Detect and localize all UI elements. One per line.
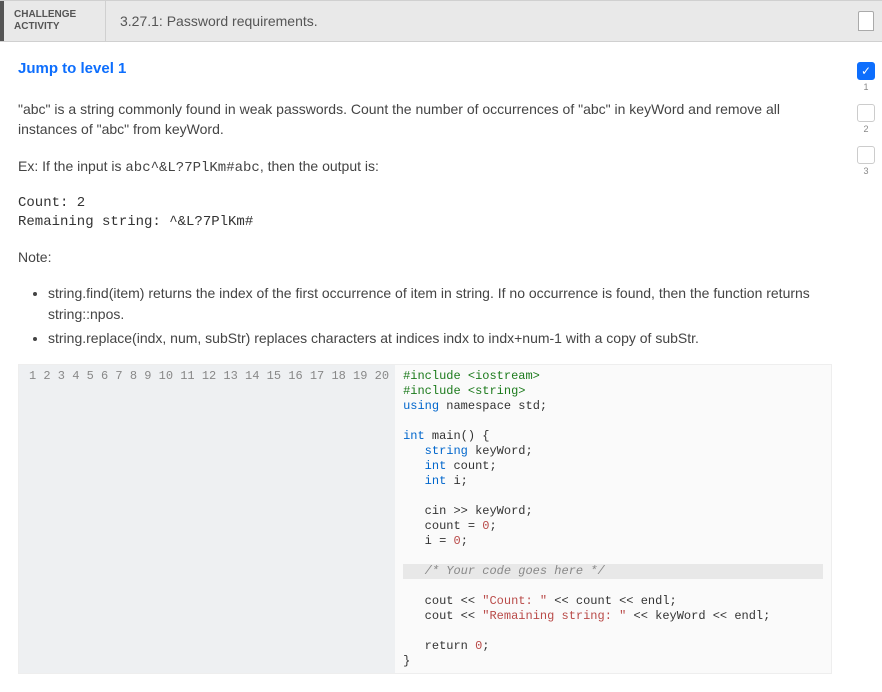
progress-sidebar: ✓ 1 2 3 <box>850 42 882 692</box>
activity-title: 3.27.1: Password requirements. <box>105 1 858 41</box>
label-line2: ACTIVITY <box>14 21 95 33</box>
example-suffix: , then the output is: <box>260 158 379 174</box>
activity-type-label: CHALLENGE ACTIVITY <box>0 1 105 41</box>
bookmark-wrap <box>858 1 882 41</box>
note-item: string.replace(indx, num, subStr) replac… <box>48 328 832 348</box>
jump-link[interactable]: Jump to level 1 <box>18 60 832 77</box>
step-3: 3 <box>857 146 875 176</box>
notes-list: string.find(item) returns the index of t… <box>48 283 832 348</box>
label-line1: CHALLENGE <box>14 9 95 21</box>
line-gutter: 1 2 3 4 5 6 7 8 9 10 11 12 13 14 15 16 1… <box>19 365 395 673</box>
intro-text: "abc" is a string commonly found in weak… <box>18 99 832 140</box>
step-1: ✓ 1 <box>857 62 875 92</box>
step-num-1: 1 <box>863 82 868 92</box>
step-box-1[interactable]: ✓ <box>857 62 875 80</box>
note-label: Note: <box>18 247 832 267</box>
example-line: Ex: If the input is abc^&L?7PlKm#abc, th… <box>18 156 832 178</box>
code-area[interactable]: #include <iostream> #include <string> us… <box>395 365 831 673</box>
bookmark-icon[interactable] <box>858 11 874 31</box>
example-prefix: Ex: If the input is <box>18 158 125 174</box>
activity-header: CHALLENGE ACTIVITY 3.27.1: Password requ… <box>0 0 882 42</box>
step-box-2[interactable] <box>857 104 875 122</box>
step-box-3[interactable] <box>857 146 875 164</box>
example-input: abc^&L?7PlKm#abc <box>125 160 259 176</box>
check-icon: ✓ <box>861 64 871 78</box>
step-2: 2 <box>857 104 875 134</box>
step-num-2: 2 <box>863 124 868 134</box>
step-num-3: 3 <box>863 166 868 176</box>
note-item: string.find(item) returns the index of t… <box>48 283 832 324</box>
activity-content: Jump to level 1 "abc" is a string common… <box>0 42 850 692</box>
example-output: Count: 2 Remaining string: ^&L?7PlKm# <box>18 194 832 233</box>
